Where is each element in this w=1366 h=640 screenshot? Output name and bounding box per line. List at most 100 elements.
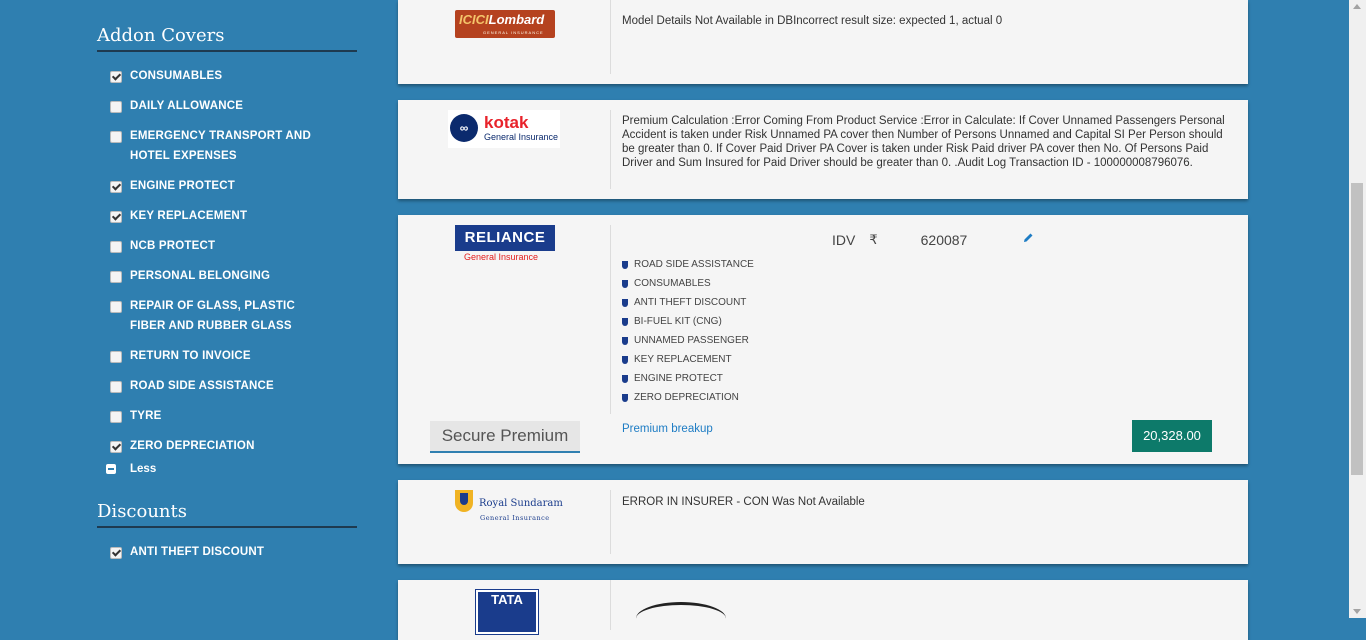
scroll-down-icon[interactable] [1353,609,1361,614]
discount-label: ANTI THEFT DISCOUNT [130,546,265,558]
addon-repair-of-glass[interactable]: REPAIR OF GLASS, PLASTIC FIBER AND RUBBE… [110,300,320,336]
list-item: ENGINE PROTECT [622,369,754,388]
divider [610,110,611,189]
list-item: KEY REPLACEMENT [622,350,754,369]
royal-sundaram-logo: Royal Sundaram General Insurance [453,488,563,524]
discounts-heading: Discounts [97,501,357,528]
logo-text: ICICILombard [459,12,545,27]
shield-icon [622,298,628,307]
shield-icon [622,355,628,364]
pencil-icon[interactable] [1022,232,1034,244]
premium-breakup-link[interactable]: Premium breakup [622,423,713,435]
checkbox[interactable] [110,211,122,223]
rupee-icon: ₹ [869,232,878,247]
addon-road-side-assistance[interactable]: ROAD SIDE ASSISTANCE [110,380,320,396]
logo-text: TATA [491,592,523,607]
idv-value: 620087 [920,232,968,248]
addon-zero-depreciation[interactable]: ZERO DEPRECIATION [110,440,320,456]
feature-list: ROAD SIDE ASSISTANCE CONSUMABLES ANTI TH… [622,255,754,407]
checkbox[interactable] [110,101,122,113]
list-item: ANTI THEFT DISCOUNT [622,293,754,312]
insurer-card-royal-sundaram: Royal Sundaram General Insurance ERROR I… [398,480,1248,564]
reliance-logo: RELIANCE General Insurance [455,225,555,262]
scroll-thumb[interactable] [1351,183,1363,475]
logo-subtext: General Insurance [464,252,539,262]
logo-text: RELIANCE [455,225,555,251]
addon-engine-protect[interactable]: ENGINE PROTECT [110,180,320,196]
addon-personal-belonging[interactable]: PERSONAL BELONGING [110,270,320,286]
addon-label: TYRE [130,410,162,422]
logo-subtext: General Insurance [484,132,559,142]
addon-covers-heading: Addon Covers [97,25,357,52]
list-item: CONSUMABLES [622,274,754,293]
minus-icon[interactable] [106,464,116,474]
checkbox[interactable] [110,381,122,393]
checkbox[interactable] [110,71,122,83]
addon-label: RETURN TO INVOICE [130,350,251,362]
list-item: ZERO DEPRECIATION [622,388,754,407]
addon-key-replacement[interactable]: KEY REPLACEMENT [110,210,320,226]
divider [610,580,611,630]
divider [610,0,611,74]
error-message: Model Details Not Available in DBIncorre… [622,15,1003,27]
kotak-logo: ∞ kotak General Insurance [448,110,560,148]
kotak-mark-icon: ∞ [450,114,478,142]
divider [610,490,611,554]
addon-ncb-protect[interactable]: NCB PROTECT [110,240,320,256]
logo-subtext: GENERAL INSURANCE [483,30,544,35]
addon-consumables[interactable]: CONSUMABLES [110,70,320,86]
logo-subtext: General Insurance [480,514,550,522]
addon-label: ENGINE PROTECT [130,180,236,192]
addon-label: CONSUMABLES [130,70,223,82]
addon-emergency-transport[interactable]: EMERGENCY TRANSPORT AND HOTEL EXPENSES [110,130,320,166]
shield-icon [622,393,628,402]
addon-label: NCB PROTECT [130,240,216,252]
checkbox[interactable] [110,547,122,559]
logo-text: Royal Sundaram [479,498,563,509]
list-item: UNNAMED PASSENGER [622,331,754,350]
checkbox[interactable] [110,411,122,423]
divider [610,225,611,414]
premium-amount-button[interactable]: 20,328.00 [1132,420,1212,452]
shield-icon [455,490,473,512]
addon-label: ZERO DEPRECIATION [130,440,255,452]
loading-spinner [636,602,726,635]
addon-daily-allowance[interactable]: DAILY ALLOWANCE [110,100,320,116]
checkbox[interactable] [110,271,122,283]
shield-icon [622,317,628,326]
insurer-card-tata: TATA [398,580,1248,640]
checkbox[interactable] [110,351,122,363]
list-item: BI-FUEL KIT (CNG) [622,312,754,331]
scroll-up-icon[interactable] [1353,4,1361,9]
insurer-card-reliance: RELIANCE General Insurance IDV ₹ 620087 … [398,215,1248,464]
secure-premium-button[interactable]: Secure Premium [430,421,580,453]
addon-label: KEY REPLACEMENT [130,210,248,222]
shield-icon [622,374,628,383]
idv-display: IDV ₹ 620087 [832,232,967,248]
checkbox[interactable] [110,241,122,253]
addon-label: DAILY ALLOWANCE [130,100,244,112]
shield-icon [622,336,628,345]
idv-label: IDV [832,232,856,248]
checkbox[interactable] [110,301,122,313]
insurer-card-kotak: ∞ kotak General Insurance Premium Calcul… [398,100,1248,199]
error-message: ERROR IN INSURER - CON Was Not Available [622,496,865,508]
addon-label: ROAD SIDE ASSISTANCE [130,380,274,392]
shield-icon [622,260,628,269]
addon-return-to-invoice[interactable]: RETURN TO INVOICE [110,350,320,366]
checkbox[interactable] [110,441,122,453]
vertical-scrollbar[interactable] [1349,0,1366,618]
shield-icon [622,279,628,288]
less-toggle[interactable]: Less [106,463,156,475]
discount-anti-theft[interactable]: ANTI THEFT DISCOUNT [110,546,320,562]
checkbox[interactable] [110,131,122,143]
logo-text: kotak [484,113,529,132]
addon-label: EMERGENCY TRANSPORT AND HOTEL EXPENSES [130,130,311,162]
insurer-card-icici: ICICILombard GENERAL INSURANCE Model Det… [398,0,1248,84]
addon-tyre[interactable]: TYRE [110,410,320,426]
error-message: Premium Calculation :Error Coming From P… [622,115,1225,169]
icici-lombard-logo: ICICILombard GENERAL INSURANCE [455,10,555,38]
tata-aig-logo: TATA [475,589,539,635]
checkbox[interactable] [110,181,122,193]
list-item: ROAD SIDE ASSISTANCE [622,255,754,274]
